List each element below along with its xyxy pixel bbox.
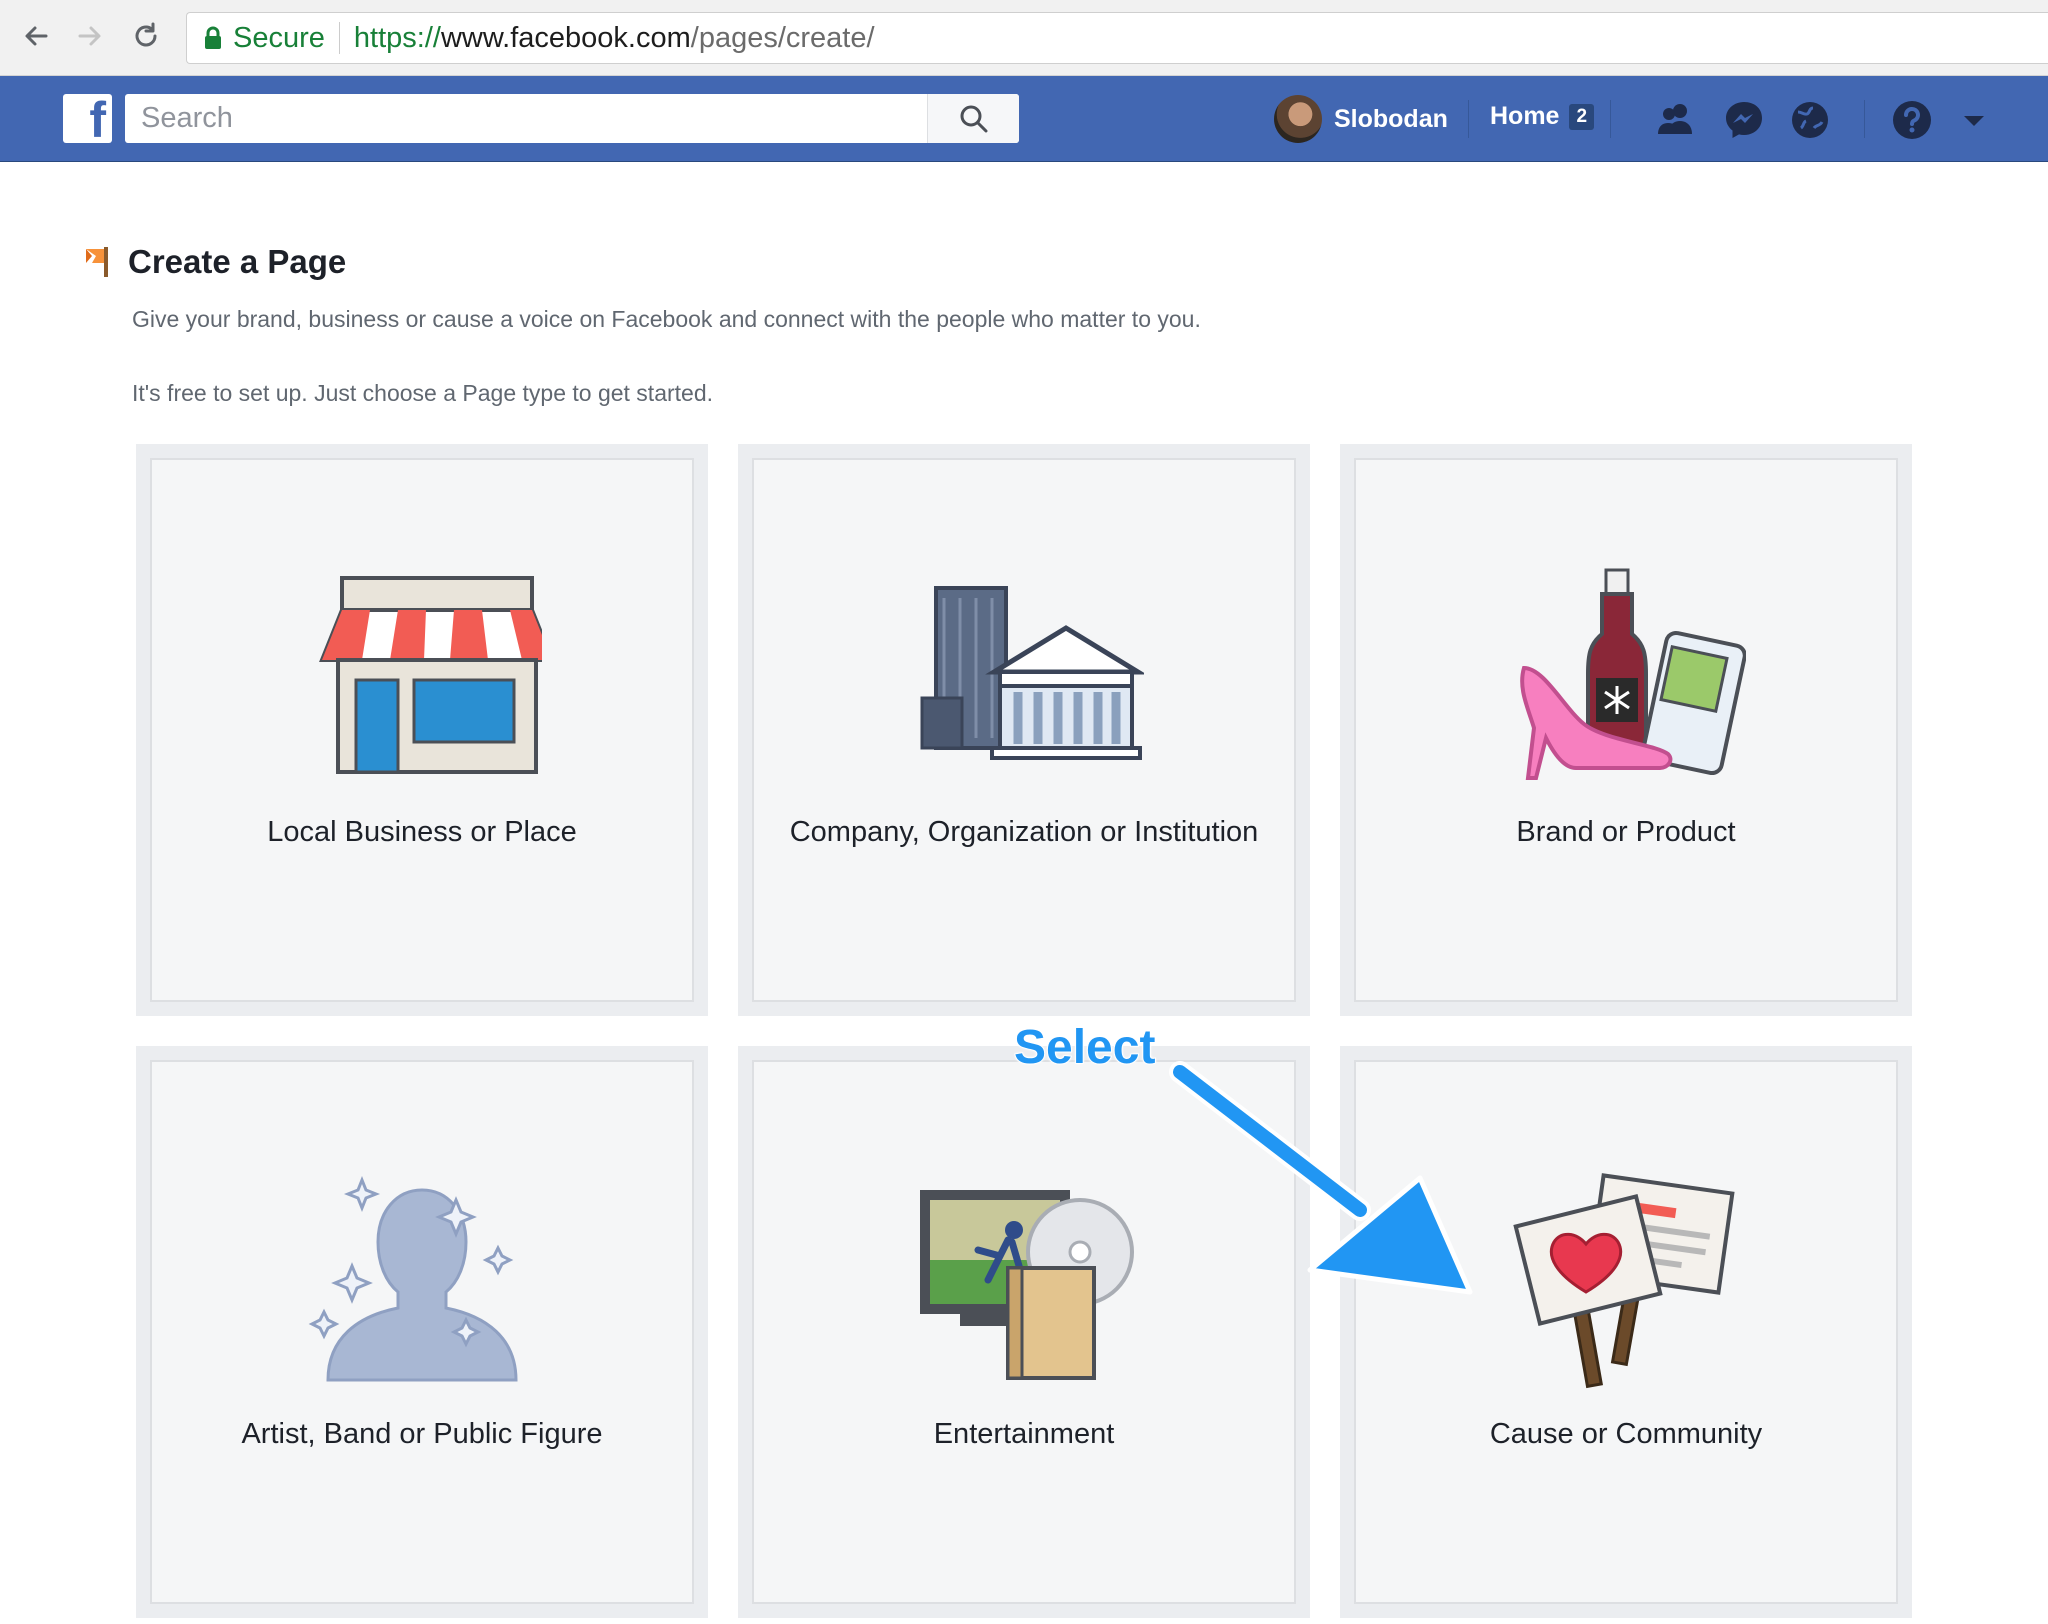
account-menu-button[interactable] — [1952, 98, 1996, 142]
category-label: Cause or Community — [1489, 1418, 1763, 1450]
url-divider — [338, 22, 340, 54]
facebook-header: f Slobodan Home 2 — [0, 76, 2048, 162]
category-card-local-business[interactable]: Local Business or Place — [136, 444, 708, 1016]
page-description: Give your brand, business or cause a voi… — [132, 306, 1201, 332]
category-label: Local Business or Place — [267, 816, 577, 848]
category-card-brand[interactable]: Brand or Product — [1340, 444, 1912, 1016]
chevron-down-icon — [1964, 116, 1984, 126]
help-button[interactable] — [1890, 98, 1934, 142]
search-bar — [125, 94, 1019, 143]
tv-media-icon — [920, 1190, 1134, 1380]
facebook-f-icon: f — [89, 92, 106, 148]
home-label: Home — [1490, 102, 1560, 130]
secure-label: Secure — [233, 21, 325, 54]
category-card-artist[interactable]: Artist, Band or Public Figure — [136, 1046, 708, 1618]
url-path: /pages/create/ — [690, 21, 875, 54]
page-title: Create a Page — [128, 243, 347, 280]
search-icon — [960, 105, 987, 132]
friend-requests-button[interactable] — [1654, 98, 1698, 142]
notifications-button[interactable] — [1788, 98, 1832, 142]
url-host: www.facebook.com — [440, 21, 691, 54]
building-icon — [920, 586, 1144, 760]
address-bar[interactable]: Secure https://www.facebook.com/pages/cr… — [186, 12, 2048, 64]
category-label: Entertainment — [933, 1418, 1115, 1450]
storefront-icon — [319, 576, 542, 774]
lock-icon — [205, 26, 221, 49]
forward-button[interactable] — [70, 16, 110, 56]
facebook-logo[interactable]: f — [63, 92, 112, 148]
protest-signs-icon — [1513, 1173, 1735, 1389]
messages-button[interactable] — [1722, 98, 1766, 142]
secure-indicator[interactable]: Secure — [203, 22, 325, 55]
header-divider — [1864, 100, 1865, 138]
page-heading: Create a Page — [84, 243, 346, 281]
category-label: Artist, Band or Public Figure — [241, 1418, 603, 1450]
messenger-icon — [1726, 102, 1762, 138]
browser-toolbar: Secure https://www.facebook.com/pages/cr… — [0, 0, 2048, 76]
friends-icon — [1658, 104, 1692, 134]
url-scheme: https:// — [353, 21, 441, 54]
home-count-badge: 2 — [1569, 103, 1595, 130]
page-subdescription: It's free to set up. Just choose a Page … — [132, 380, 714, 406]
home-link[interactable]: Home 2 — [1490, 102, 1595, 131]
flag-icon — [86, 247, 108, 277]
avatar — [1274, 95, 1322, 143]
category-card-company[interactable]: Company, Organization or Institution — [738, 444, 1310, 1016]
reload-icon — [135, 22, 157, 47]
person-silhouette-icon — [308, 1175, 518, 1382]
search-input[interactable] — [125, 94, 927, 143]
annotation-select-label: Select — [1013, 1020, 1156, 1075]
profile-link[interactable]: Slobodan — [1274, 94, 1448, 144]
header-divider — [1610, 100, 1611, 138]
user-name: Slobodan — [1334, 104, 1448, 133]
category-label: Company, Organization or Institution — [789, 816, 1259, 848]
globe-icon — [1792, 102, 1828, 138]
header-divider — [1468, 100, 1469, 138]
reload-button[interactable] — [126, 16, 166, 56]
products-icon — [1520, 568, 1746, 780]
back-arrow-icon — [25, 26, 48, 46]
back-button[interactable] — [16, 16, 56, 56]
search-button[interactable] — [927, 94, 1019, 143]
annotation-arrow-icon — [1169, 1061, 1473, 1295]
help-icon — [1893, 101, 1931, 139]
category-label: Brand or Product — [1516, 816, 1736, 848]
forward-arrow-icon — [78, 26, 101, 46]
